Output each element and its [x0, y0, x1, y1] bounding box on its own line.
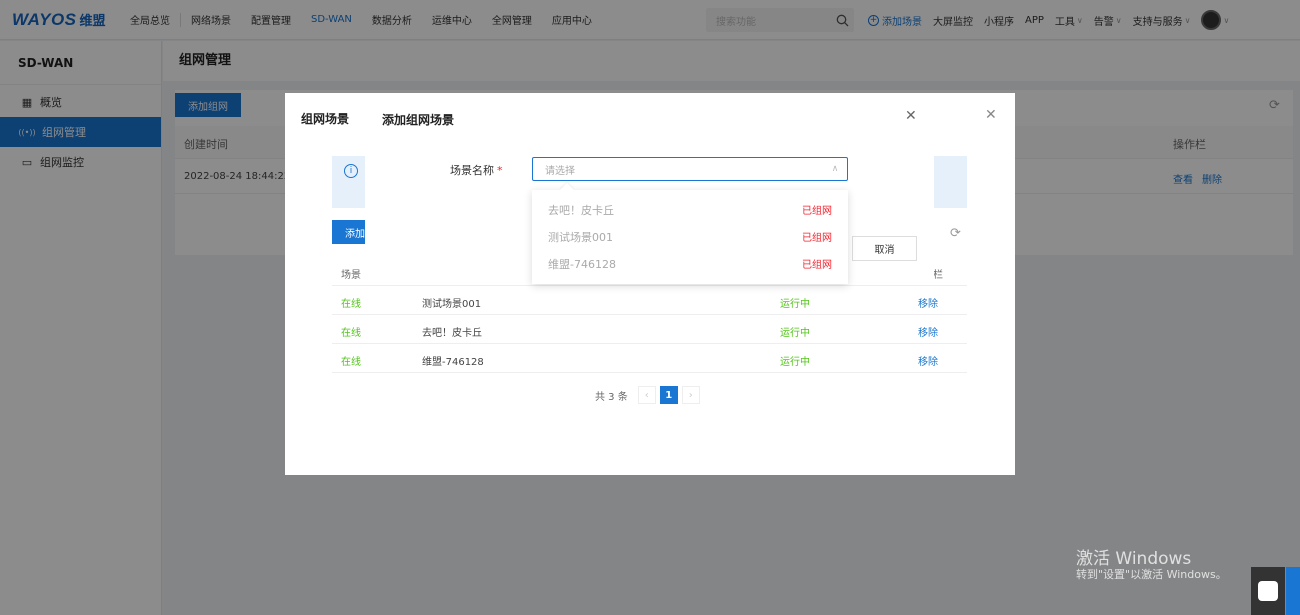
status-badge: 在线: [341, 328, 361, 339]
next-page-button[interactable]: ›: [681, 386, 700, 404]
dropdown-option[interactable]: 去吧！皮卡丘 已组网: [532, 196, 848, 223]
close-icon[interactable]: ✕: [905, 108, 917, 124]
chat-icon-glyph: [1258, 581, 1278, 601]
scene-name-label: 场景名称 *: [450, 162, 503, 178]
dropdown-option[interactable]: 测试场景001 已组网: [532, 223, 848, 250]
required-mark: *: [497, 164, 503, 177]
scene-select[interactable]: 请选择 ∧: [532, 157, 848, 181]
column-header-ops: 栏: [933, 270, 943, 281]
table-row: 在线 去吧！皮卡丘 运行中 移除: [332, 315, 967, 344]
table-row: 在线 维盟-746128 运行中 移除: [332, 344, 967, 373]
run-status: 运行中: [780, 328, 810, 339]
chat-icon[interactable]: [1251, 567, 1285, 615]
option-name: 维盟-746128: [548, 257, 616, 271]
info-icon: i: [344, 164, 358, 178]
remove-link[interactable]: 移除: [918, 324, 938, 339]
table-row: 在线 测试场景001 运行中 移除: [332, 286, 967, 315]
page-number-button[interactable]: 1: [659, 386, 678, 404]
status-badge: 在线: [341, 357, 361, 368]
side-handle[interactable]: [1286, 567, 1300, 615]
scene-name: 测试场景001: [422, 299, 482, 310]
scene-dropdown: 去吧！皮卡丘 已组网 测试场景001 已组网 维盟-746128 已组网: [532, 182, 848, 284]
refresh-icon[interactable]: ⟳: [950, 226, 961, 241]
pagination: 共 3 条 ‹ 1 ›: [595, 386, 704, 404]
option-tag: 已组网: [802, 206, 832, 217]
modal-title: 添加组网场景: [382, 113, 455, 127]
option-tag: 已组网: [802, 233, 832, 244]
dropdown-option[interactable]: 维盟-746128 已组网: [532, 250, 848, 277]
option-name: 测试场景001: [548, 230, 613, 244]
run-status: 运行中: [780, 299, 810, 310]
cancel-button[interactable]: 取消: [852, 236, 917, 261]
column-header-scene: 场景: [341, 270, 361, 281]
modal-title: 组网场景: [301, 112, 350, 126]
activation-watermark-text: 转到"设置"以激活 Windows。: [1076, 568, 1227, 581]
option-name: 去吧！皮卡丘: [548, 203, 614, 217]
close-icon[interactable]: ✕: [985, 107, 997, 123]
pagination-total: 共 3 条: [595, 391, 628, 403]
option-tag: 已组网: [802, 260, 832, 271]
scene-name: 维盟-746128: [422, 357, 484, 368]
chevron-up-icon: ∧: [831, 164, 839, 174]
prev-page-button[interactable]: ‹: [637, 386, 656, 404]
remove-link[interactable]: 移除: [918, 353, 938, 368]
scene-name-label-text: 场景名称: [450, 164, 494, 177]
scene-select-placeholder: 请选择: [545, 165, 575, 177]
scene-name: 去吧！皮卡丘: [422, 328, 482, 339]
status-badge: 在线: [341, 299, 361, 310]
run-status: 运行中: [780, 357, 810, 368]
remove-link[interactable]: 移除: [918, 295, 938, 310]
